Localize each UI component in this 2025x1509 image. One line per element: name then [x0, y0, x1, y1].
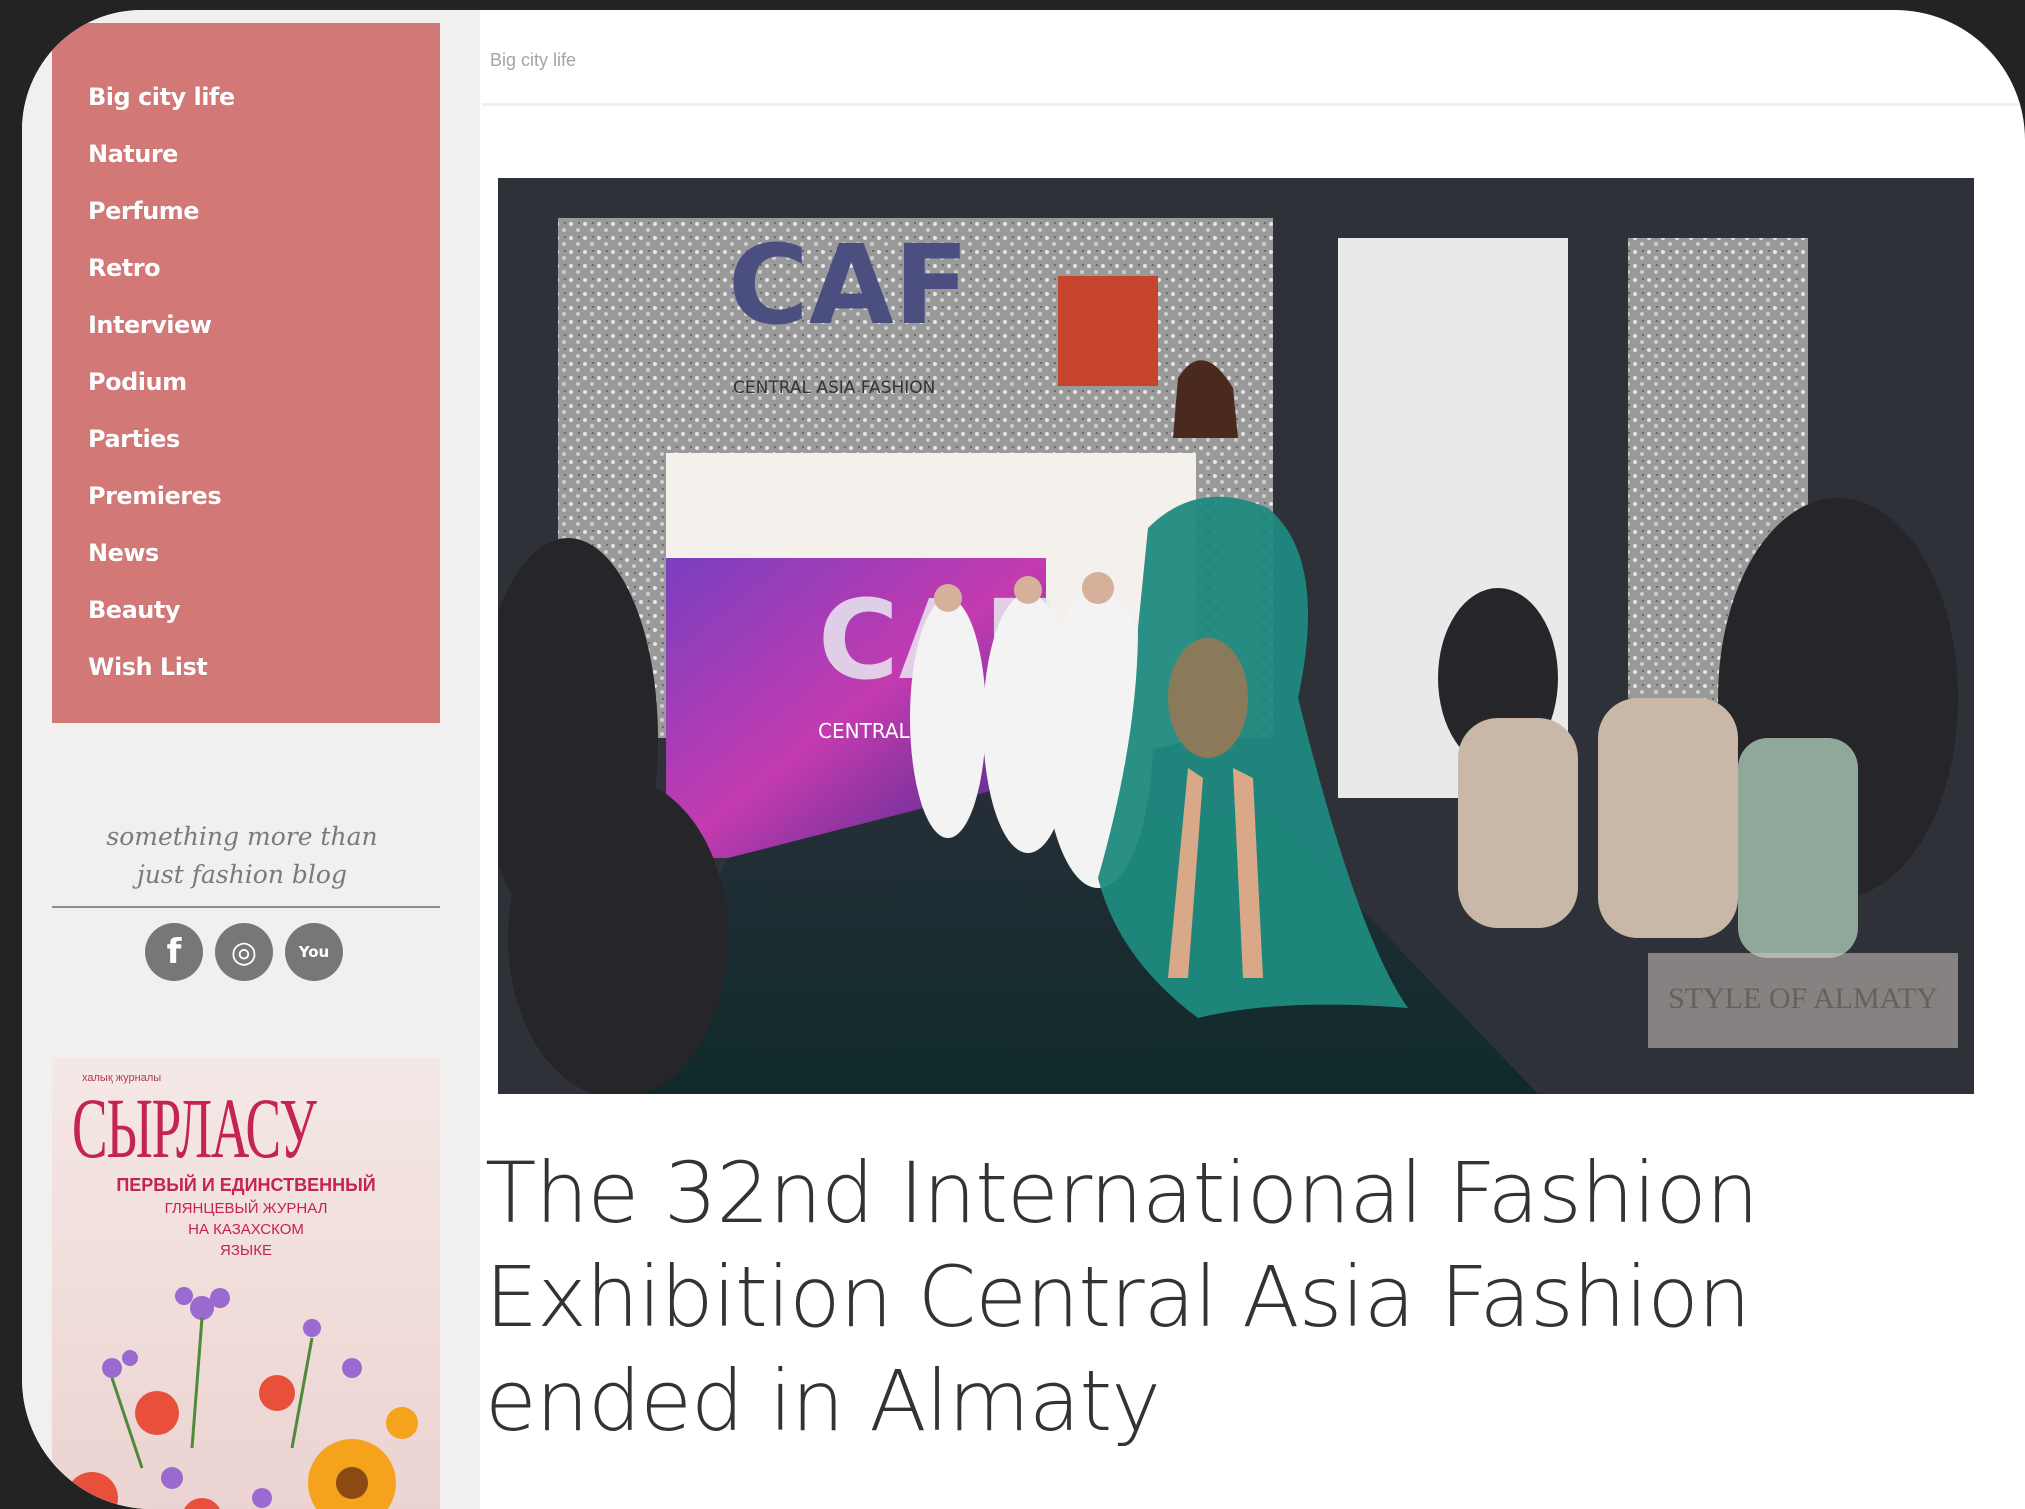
- nav-item-news[interactable]: News: [88, 539, 159, 567]
- runway-photo: CAF CENTRAL ASIA FASHION CAF CENTRAL: [498, 178, 1974, 1094]
- youtube-icon[interactable]: You: [285, 923, 343, 981]
- caf-logo-sub: CENTRAL ASIA FASHION: [733, 378, 935, 398]
- tagline-line-2: just fashion blog: [137, 860, 347, 889]
- sidebar: Big city life Nature Perfume Retro Inter…: [22, 10, 480, 1509]
- sidebar-divider: [52, 906, 440, 908]
- nav-item-beauty[interactable]: Beauty: [88, 596, 180, 624]
- nav-item-wish-list[interactable]: Wish List: [88, 653, 208, 681]
- nav-item-perfume[interactable]: Perfume: [88, 197, 200, 225]
- ad-line-2: НА КАЗАХСКОМ: [188, 1221, 304, 1238]
- photo-watermark: STYLE OF ALMATY: [1668, 982, 1938, 1015]
- ad-subtitle: ПЕРВЫЙ И ЕДИНСТВЕННЫЙ: [116, 1175, 376, 1195]
- category-nav: Big city life Nature Perfume Retro Inter…: [52, 23, 440, 723]
- screen-logo-sub: CENTRAL: [818, 719, 911, 743]
- nav-item-premieres[interactable]: Premieres: [88, 482, 222, 510]
- header-divider: [482, 103, 2025, 106]
- breadcrumb[interactable]: Big city life: [490, 50, 576, 71]
- blog-tagline: something more than just fashion blog: [82, 818, 402, 894]
- ad-line-1: ГЛЯНЦЕВЫЙ ЖУРНАЛ: [164, 1200, 328, 1217]
- nav-item-podium[interactable]: Podium: [88, 368, 187, 396]
- facebook-icon[interactable]: f: [145, 923, 203, 981]
- flower-illustration: [66, 1287, 418, 1509]
- article-title[interactable]: The 32nd International Fashion Exhibitio…: [485, 1141, 2005, 1453]
- nav-item-big-city-life[interactable]: Big city life: [88, 83, 235, 111]
- hero-image[interactable]: CAF CENTRAL ASIA FASHION CAF CENTRAL: [498, 178, 1974, 1094]
- magazine-ad-banner[interactable]: халық журналы СЫРЛАСУ ПЕРВЫЙ И ЕДИНСТВЕН…: [52, 1058, 440, 1509]
- ad-title: СЫРЛАСУ: [72, 1080, 317, 1176]
- caf-logo: CAF: [728, 221, 969, 349]
- browser-frame: Big city life Nature Perfume Retro Inter…: [22, 10, 2025, 1509]
- nav-item-parties[interactable]: Parties: [88, 425, 180, 453]
- instagram-icon[interactable]: ◎: [215, 923, 273, 981]
- tagline-line-1: something more than: [106, 822, 378, 851]
- nav-item-interview[interactable]: Interview: [88, 311, 212, 339]
- nav-item-nature[interactable]: Nature: [88, 140, 178, 168]
- nav-item-retro[interactable]: Retro: [88, 254, 161, 282]
